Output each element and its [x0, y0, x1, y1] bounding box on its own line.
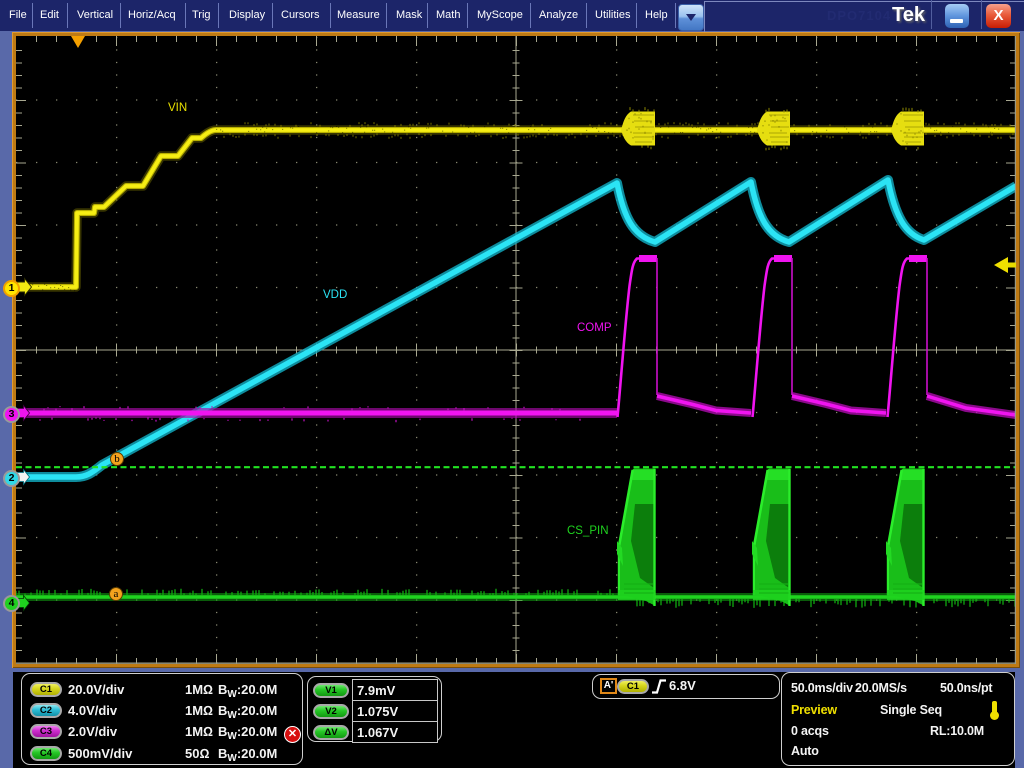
- svg-text:VIN: VIN: [168, 102, 187, 114]
- svg-text:VDD: VDD: [323, 289, 347, 301]
- svg-text:COMP: COMP: [577, 322, 612, 334]
- svg-text:CS_PIN: CS_PIN: [567, 525, 609, 537]
